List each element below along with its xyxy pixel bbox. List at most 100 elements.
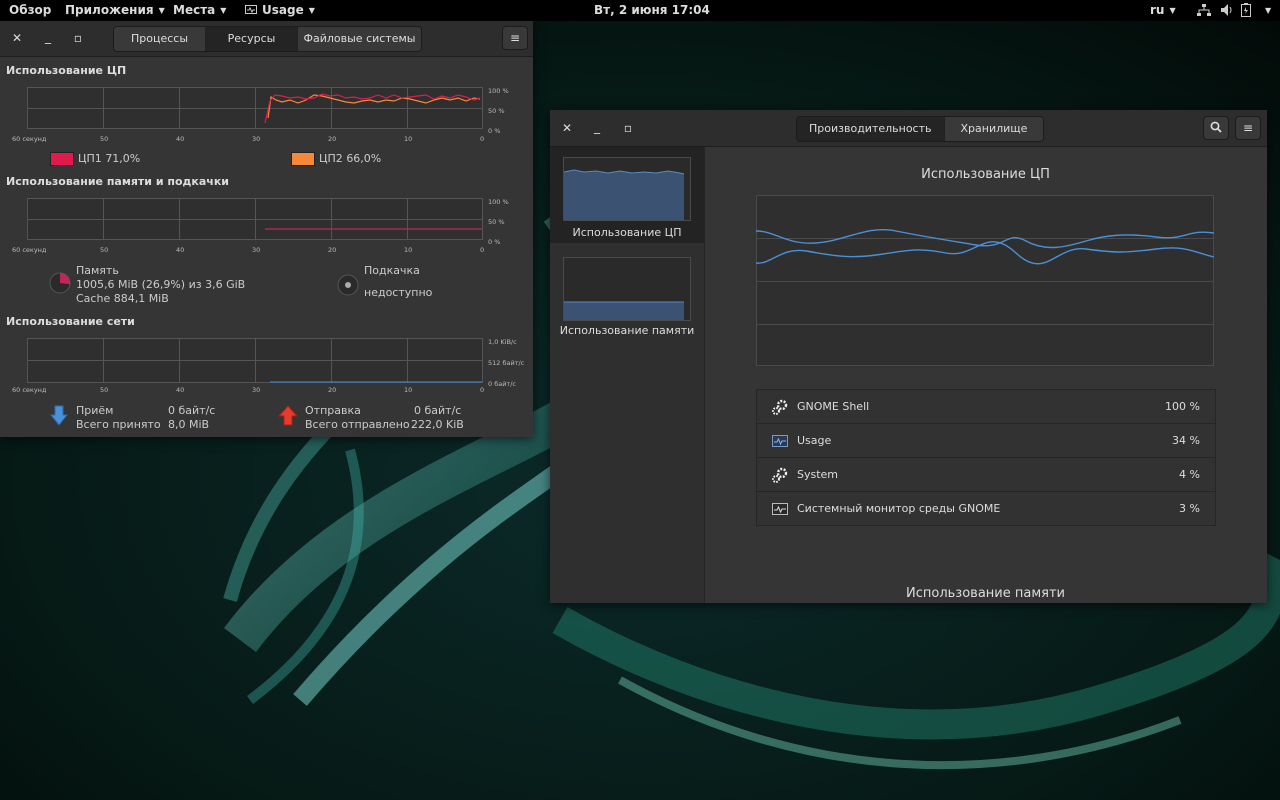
process-usage: 100 % xyxy=(1165,400,1200,413)
x-tick-label: 20 xyxy=(328,135,336,143)
volume-icon[interactable] xyxy=(1220,3,1234,17)
usage-window: ✕ _ ▫ Производительность Хранилище ≡ Исп… xyxy=(550,110,1267,603)
minimize-icon[interactable]: _ xyxy=(587,117,607,137)
receive-rate: 0 байт/с xyxy=(168,404,216,417)
tab-file-systems[interactable]: Файловые системы xyxy=(298,27,421,51)
process-name: Системный монитор среды GNOME xyxy=(797,502,1001,515)
x-tick-label: 20 xyxy=(328,246,336,254)
process-usage: 4 % xyxy=(1179,468,1200,481)
triangle-down-icon: ▼ xyxy=(1169,6,1176,15)
places-menu[interactable]: Места ▼ xyxy=(173,3,226,17)
close-icon[interactable]: ✕ xyxy=(7,28,27,48)
sidebar-item-label: Использование памяти xyxy=(559,324,695,337)
maximize-icon[interactable]: ▫ xyxy=(68,28,88,48)
gears-icon xyxy=(772,399,788,415)
sidebar-item-cpu[interactable]: Использование ЦП xyxy=(550,147,704,243)
list-item[interactable]: System 4 % xyxy=(757,458,1215,492)
language-indicator[interactable]: ru ▼ xyxy=(1150,3,1176,17)
clock[interactable]: Вт, 2 июня 17:04 xyxy=(594,3,710,17)
view-switcher: Производительность Хранилище xyxy=(796,116,1045,142)
x-tick-label: 60 секунд xyxy=(12,386,47,394)
x-tick-label: 60 секунд xyxy=(12,246,47,254)
triangle-down-icon: ▼ xyxy=(1265,6,1272,15)
cpu1-color-button[interactable] xyxy=(50,152,74,166)
memory-pie-icon xyxy=(49,272,71,294)
close-icon[interactable]: ✕ xyxy=(557,118,577,138)
tab-performance[interactable]: Производительность xyxy=(797,117,945,141)
header-bar: ✕ _ ▫ Процессы Ресурсы Файловые системы … xyxy=(0,21,533,57)
cpu-usage-title: Использование ЦП xyxy=(921,167,1050,182)
list-item[interactable]: Usage 34 % xyxy=(757,424,1215,458)
x-tick-label: 50 xyxy=(100,135,108,143)
cpu1-label: ЦП1 xyxy=(78,152,102,165)
tab-processes[interactable]: Процессы xyxy=(114,27,206,51)
y-tick-label: 512 байт/с xyxy=(488,359,525,367)
minimize-icon[interactable]: _ xyxy=(38,27,58,47)
tab-resources[interactable]: Ресурсы xyxy=(206,27,298,51)
monitor-icon xyxy=(772,435,788,447)
sent-total: 222,0 KiB xyxy=(411,418,464,431)
triangle-down-icon: ▼ xyxy=(220,6,227,15)
applications-menu[interactable]: Приложения ▼ xyxy=(65,3,165,17)
swap-label: Подкачка xyxy=(364,264,420,277)
y-tick-label: 1,0 KiB/с xyxy=(488,338,517,346)
process-usage: 3 % xyxy=(1179,502,1200,515)
process-name: System xyxy=(797,468,839,481)
cpu1-legend: ЦП1 71,0% xyxy=(78,152,140,165)
tab-storage[interactable]: Хранилище xyxy=(944,117,1044,141)
y-tick-label: 50 % xyxy=(488,107,505,115)
memory-usage-title: Использование памяти xyxy=(906,586,1065,601)
y-tick-label: 50 % xyxy=(488,218,505,226)
received-total: 8,0 MiB xyxy=(168,418,210,431)
hamburger-menu-icon[interactable]: ≡ xyxy=(502,26,528,50)
gears-icon xyxy=(772,467,788,483)
process-usage: 34 % xyxy=(1172,434,1200,447)
sidebar: Использование ЦП Использование памяти xyxy=(550,147,705,603)
process-name: GNOME Shell xyxy=(797,400,870,413)
app-name-label: Usage xyxy=(262,3,304,17)
monitor-icon xyxy=(245,5,257,14)
cpu2-label: ЦП2 xyxy=(319,152,343,165)
sidebar-item-memory[interactable]: Использование памяти xyxy=(550,245,704,341)
memory-value: 1005,6 MiB (26,9%) из 3,6 GiB xyxy=(76,278,246,291)
x-tick-label: 0 xyxy=(480,246,484,254)
hamburger-menu-icon[interactable]: ≡ xyxy=(1235,116,1261,140)
x-tick-label: 0 xyxy=(480,135,484,143)
upload-arrow-icon xyxy=(278,405,298,426)
send-label: Отправка xyxy=(305,404,361,417)
view-switcher: Процессы Ресурсы Файловые системы xyxy=(113,26,422,52)
list-item[interactable]: Системный монитор среды GNOME 3 % xyxy=(757,492,1215,525)
language-label: ru xyxy=(1150,3,1165,17)
battery-icon[interactable] xyxy=(1241,3,1251,17)
list-item[interactable]: GNOME Shell 100 % xyxy=(757,390,1215,424)
app-menu[interactable]: Usage ▼ xyxy=(245,3,315,17)
cpu1-value: 71,0% xyxy=(105,152,141,165)
x-tick-label: 50 xyxy=(100,246,108,254)
activities-button[interactable]: Обзор xyxy=(9,3,51,17)
maximize-icon[interactable]: ▫ xyxy=(618,118,638,138)
swap-pie-icon xyxy=(337,274,359,296)
receive-label: Приём xyxy=(76,404,114,417)
search-icon xyxy=(1210,121,1222,133)
network-icon[interactable] xyxy=(1197,4,1211,17)
search-button[interactable] xyxy=(1203,116,1229,140)
cpu-section-title: Использование ЦП xyxy=(6,64,127,77)
x-tick-label: 30 xyxy=(252,246,260,254)
x-tick-label: 40 xyxy=(176,386,184,394)
cpu2-color-button[interactable] xyxy=(291,152,315,166)
header-bar: ✕ _ ▫ Производительность Хранилище ≡ xyxy=(550,110,1267,147)
triangle-down-icon: ▼ xyxy=(308,6,315,15)
x-tick-label: 40 xyxy=(176,246,184,254)
swap-value: недоступно xyxy=(364,286,433,299)
y-tick-label: 0 байт/с xyxy=(488,380,516,388)
triangle-down-icon: ▼ xyxy=(158,6,165,15)
applications-label: Приложения xyxy=(65,3,154,17)
y-tick-label: 0 % xyxy=(488,127,500,135)
system-menu-arrow[interactable]: ▼ xyxy=(1260,3,1271,17)
x-tick-label: 10 xyxy=(404,386,412,394)
system-monitor-window: ✕ _ ▫ Процессы Ресурсы Файловые системы … xyxy=(0,21,533,437)
process-name: Usage xyxy=(797,434,832,447)
cpu2-legend: ЦП2 66,0% xyxy=(319,152,381,165)
send-rate: 0 байт/с xyxy=(414,404,462,417)
x-tick-label: 10 xyxy=(404,135,412,143)
